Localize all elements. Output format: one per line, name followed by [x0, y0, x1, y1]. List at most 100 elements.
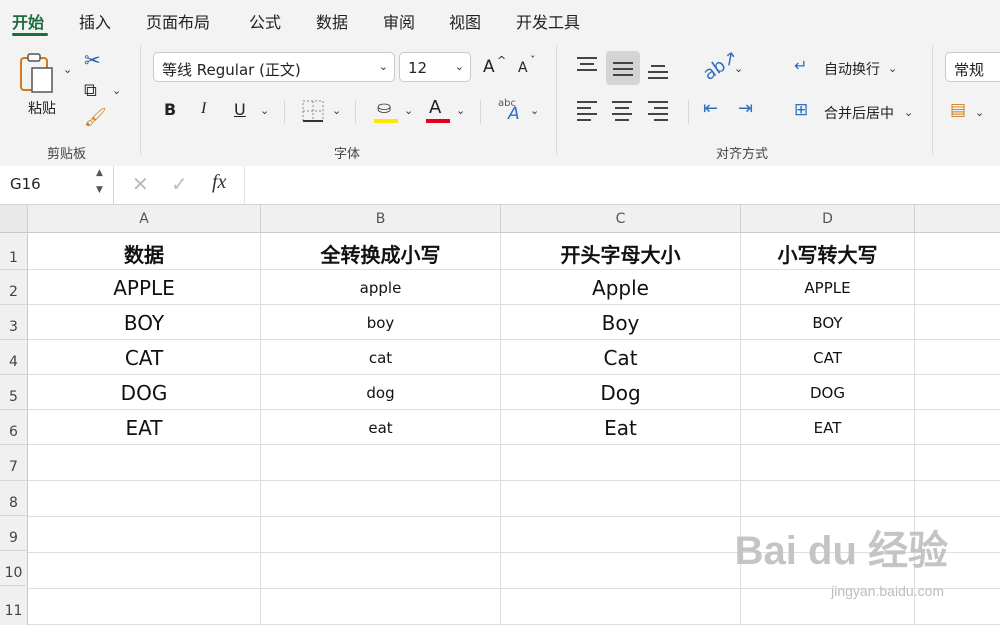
name-box[interactable]: G16 ▲ ▼: [0, 166, 114, 204]
cell[interactable]: [915, 233, 1000, 270]
decrease-font-size-button[interactable]: A: [518, 60, 528, 76]
row-header[interactable]: 4: [0, 340, 28, 375]
cancel-icon[interactable]: ✕: [132, 172, 149, 196]
align-right-icon[interactable]: [648, 101, 668, 121]
row-header[interactable]: 9: [0, 516, 28, 551]
cell[interactable]: cat: [261, 340, 501, 375]
formula-input[interactable]: [246, 170, 996, 200]
cell[interactable]: Eat: [501, 410, 741, 445]
paste-button[interactable]: [18, 52, 68, 94]
cell[interactable]: boy: [261, 305, 501, 340]
cell[interactable]: CAT: [28, 340, 261, 375]
orientation-chevron-icon[interactable]: ⌄: [734, 62, 743, 75]
underline-chevron-icon[interactable]: ⌄: [260, 104, 269, 117]
increase-indent-icon[interactable]: ⇥: [738, 98, 753, 119]
clipboard-group-label: 剪贴板: [47, 147, 87, 162]
decrease-indent-icon[interactable]: ⇤: [703, 98, 718, 119]
cell[interactable]: Apple: [501, 270, 741, 305]
tab-home[interactable]: 开始: [12, 9, 44, 33]
tab-formulas[interactable]: 公式: [249, 9, 281, 33]
tab-developer[interactable]: 开发工具: [516, 9, 580, 33]
row-header[interactable]: 1: [0, 233, 28, 270]
align-middle-button[interactable]: [606, 51, 640, 85]
font-color-chevron-icon[interactable]: ⌄: [456, 104, 465, 117]
cell[interactable]: Boy: [501, 305, 741, 340]
column-header-c[interactable]: C: [501, 205, 741, 233]
paste-icon: [20, 53, 53, 93]
tab-data[interactable]: 数据: [316, 9, 348, 33]
number-format-value: 常规: [954, 61, 985, 79]
header-cell[interactable]: 小写转大写: [741, 233, 915, 270]
wrap-text-button[interactable]: 自动换行: [824, 59, 880, 79]
row-header[interactable]: 3: [0, 305, 28, 340]
currency-chevron-icon[interactable]: ⌄: [975, 106, 984, 119]
phonetic-chevron-icon[interactable]: ⌄: [530, 104, 539, 117]
row-header[interactable]: 5: [0, 375, 28, 410]
cell[interactable]: Cat: [501, 340, 741, 375]
borders-icon[interactable]: [302, 100, 324, 122]
cell[interactable]: dog: [261, 375, 501, 410]
column-header-d[interactable]: D: [741, 205, 915, 233]
cell[interactable]: eat: [261, 410, 501, 445]
cell[interactable]: APPLE: [741, 270, 915, 305]
borders-chevron-icon[interactable]: ⌄: [332, 104, 341, 117]
number-format-select[interactable]: 常规: [945, 52, 1000, 82]
wrap-text-icon[interactable]: ↵: [794, 56, 807, 75]
row-header[interactable]: 11: [0, 586, 28, 625]
increase-font-size-button[interactable]: A: [483, 57, 495, 77]
header-cell[interactable]: 全转换成小写: [261, 233, 501, 270]
fill-color-icon[interactable]: ⛀: [377, 98, 391, 118]
caret-up-icon[interactable]: ▲: [96, 168, 103, 178]
caret-down-icon[interactable]: ▼: [96, 185, 103, 195]
insert-function-button[interactable]: fx: [212, 171, 226, 194]
wrap-text-chevron-icon[interactable]: ⌄: [888, 62, 897, 75]
cell[interactable]: apple: [261, 270, 501, 305]
confirm-icon[interactable]: ✓: [171, 172, 188, 196]
currency-format-icon[interactable]: ▤: [950, 100, 966, 120]
row-header[interactable]: 7: [0, 445, 28, 481]
cell[interactable]: APPLE: [28, 270, 261, 305]
cell[interactable]: EAT: [741, 410, 915, 445]
italic-button[interactable]: I: [201, 100, 206, 118]
column-header-b[interactable]: B: [261, 205, 501, 233]
tab-view[interactable]: 视图: [449, 9, 481, 33]
cell[interactable]: BOY: [741, 305, 915, 340]
merge-center-button[interactable]: 合并后居中: [824, 103, 894, 123]
row-header[interactable]: 2: [0, 270, 28, 305]
copy-icon[interactable]: ⧉: [84, 80, 97, 101]
paste-dropdown-chevron-icon[interactable]: ⌄: [63, 63, 72, 76]
tab-page-layout[interactable]: 页面布局: [146, 9, 210, 33]
select-all-corner[interactable]: [0, 205, 28, 233]
cell[interactable]: CAT: [741, 340, 915, 375]
row-header[interactable]: 6: [0, 410, 28, 445]
align-bottom-icon[interactable]: [648, 65, 668, 79]
underline-button[interactable]: U: [234, 100, 246, 119]
font-size-select[interactable]: 12 ⌄: [399, 52, 471, 82]
format-painter-icon[interactable]: 🖌: [84, 107, 107, 128]
align-top-icon[interactable]: [577, 57, 597, 71]
merge-center-icon[interactable]: ⊞: [794, 100, 808, 120]
header-cell[interactable]: 开头字母大小: [501, 233, 741, 270]
row-header[interactable]: 10: [0, 551, 28, 586]
bold-button[interactable]: B: [164, 100, 176, 119]
cell[interactable]: EAT: [28, 410, 261, 445]
cell[interactable]: DOG: [28, 375, 261, 410]
cell[interactable]: DOG: [741, 375, 915, 410]
fill-color-chevron-icon[interactable]: ⌄: [404, 104, 413, 117]
cell[interactable]: BOY: [28, 305, 261, 340]
header-cell[interactable]: 数据: [28, 233, 261, 270]
cut-icon[interactable]: ✂: [84, 48, 101, 72]
cell[interactable]: Dog: [501, 375, 741, 410]
align-left-icon[interactable]: [577, 101, 597, 121]
tab-review[interactable]: 审阅: [383, 9, 415, 33]
column-header-a[interactable]: A: [28, 205, 261, 233]
row-header[interactable]: 8: [0, 481, 28, 516]
font-name-select[interactable]: 等线 Regular (正文) ⌄: [153, 52, 395, 82]
divider: [688, 100, 689, 124]
column-header-e[interactable]: [915, 205, 1000, 233]
align-center-icon[interactable]: [612, 101, 632, 121]
tab-insert[interactable]: 插入: [79, 9, 111, 33]
merge-center-chevron-icon[interactable]: ⌄: [904, 106, 913, 119]
copy-dropdown-chevron-icon[interactable]: ⌄: [112, 84, 121, 97]
font-color-button[interactable]: A: [429, 97, 441, 118]
